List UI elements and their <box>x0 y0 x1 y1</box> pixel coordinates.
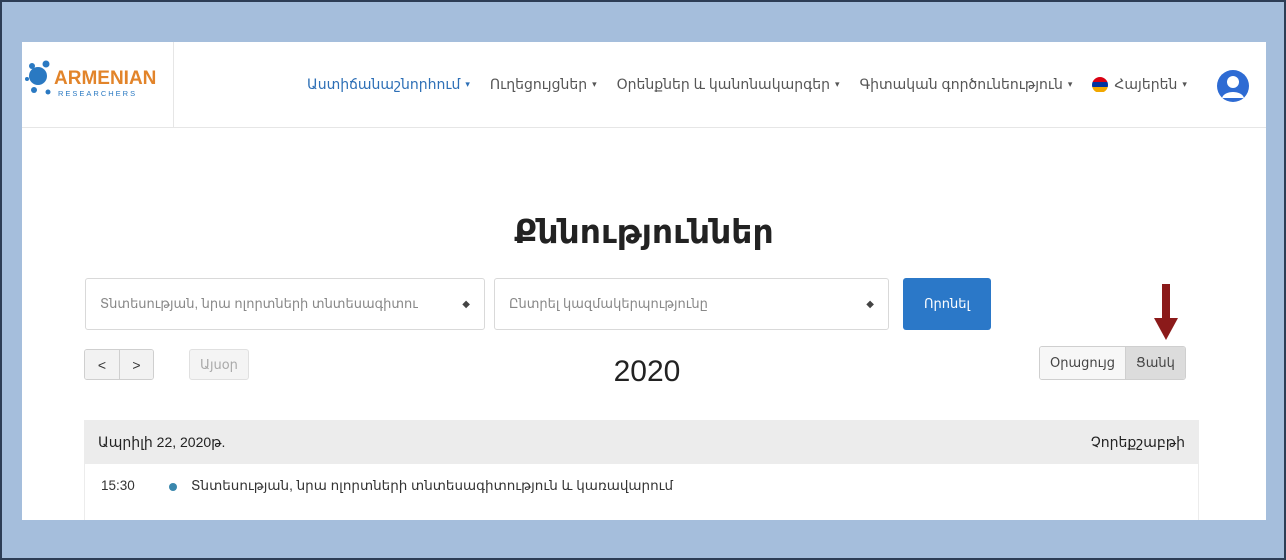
language-selector[interactable]: Հայերեն ▾ <box>1092 76 1187 93</box>
discipline-select[interactable]: Տնտեսության, նրա ոլորտների տնտեսագիտու ◆ <box>85 278 485 330</box>
organization-select-placeholder: Ընտրել կազմակերպությունը <box>509 296 708 311</box>
list-day-header: Ապրիլի 22, 2020թ. Չորեքշաբթի <box>84 420 1199 464</box>
select-arrows-icon: ◆ <box>866 298 874 310</box>
top-navbar: ARMENIAN RESEARCHERS Աստիճանաշնորհում ▾ … <box>22 42 1266 128</box>
list-item[interactable]: 15:30 Տնտեսության, նրա ոլորտների տնտեսագ… <box>84 464 1199 520</box>
view-toggle: Օրացույց Ցանկ <box>1039 346 1186 380</box>
nav-item-degree-awarding[interactable]: Աստիճանաշնորհում ▾ <box>307 76 470 93</box>
calendar-year: 2020 <box>613 355 681 388</box>
chevron-down-icon: ▾ <box>1182 79 1187 89</box>
nav-item-label: Գիտական գործունեություն <box>859 76 1063 92</box>
nav-item-label: Աստիճանաշնորհում <box>307 76 461 92</box>
chevron-down-icon: ▾ <box>1067 79 1073 89</box>
browser-page: ARMENIAN RESEARCHERS Աստիճանաշնորհում ▾ … <box>22 42 1266 520</box>
language-label: Հայերեն <box>1114 76 1178 92</box>
nav-item-label: Օրենքներ և կանոնակարգեր <box>616 76 831 92</box>
main-menu: Աստիճանաշնորհում ▾ Ուղեցույցներ ▾ Օրենքն… <box>307 76 1207 93</box>
event-time: 15:30 <box>101 478 135 493</box>
annotation-arrow-icon <box>1154 284 1178 340</box>
logo-text-sub: RESEARCHERS <box>58 89 137 98</box>
chevron-down-icon: ▾ <box>592 79 597 89</box>
event-title: Տնտեսության, նրա ոլորտների տնտեսագիտությ… <box>191 478 674 493</box>
nav-item-scientific-activity[interactable]: Գիտական գործունեություն ▾ <box>860 76 1073 93</box>
site-logo[interactable]: ARMENIAN RESEARCHERS <box>22 42 174 128</box>
list-view-button[interactable]: Ցանկ <box>1125 347 1185 379</box>
calendar-nav-buttons: < > <box>84 349 154 380</box>
next-button[interactable]: > <box>119 350 153 379</box>
user-account-icon[interactable] <box>1217 70 1249 102</box>
logo-text-main: ARMENIAN <box>54 68 156 89</box>
organization-select[interactable]: Ընտրել կազմակերպությունը ◆ <box>494 278 889 330</box>
chevron-down-icon: ▾ <box>835 79 840 89</box>
chevron-down-icon: ▾ <box>465 79 470 89</box>
nav-item-guides[interactable]: Ուղեցույցներ ▾ <box>490 76 597 93</box>
list-weekday: Չորեքշաբթի <box>1090 433 1185 450</box>
nav-item-label: Ուղեցույցներ <box>489 76 588 92</box>
prev-button[interactable]: < <box>85 350 119 379</box>
search-button[interactable]: Որոնել <box>903 278 991 330</box>
event-dot-icon <box>169 483 177 491</box>
today-button[interactable]: Այսօր <box>189 349 249 380</box>
page-title: Քննություններ <box>514 213 774 250</box>
nav-item-laws[interactable]: Օրենքներ և կանոնակարգեր ▾ <box>617 76 840 93</box>
select-arrows-icon: ◆ <box>462 298 470 310</box>
armenian-flag-icon <box>1092 76 1109 93</box>
list-date: Ապրիլի 22, 2020թ. <box>98 433 226 450</box>
logo-mark-icon: ARMENIAN RESEARCHERS <box>25 60 156 98</box>
discipline-select-value: Տնտեսության, նրա ոլորտների տնտեսագիտու <box>100 296 418 311</box>
calendar-view-button[interactable]: Օրացույց <box>1040 347 1126 379</box>
